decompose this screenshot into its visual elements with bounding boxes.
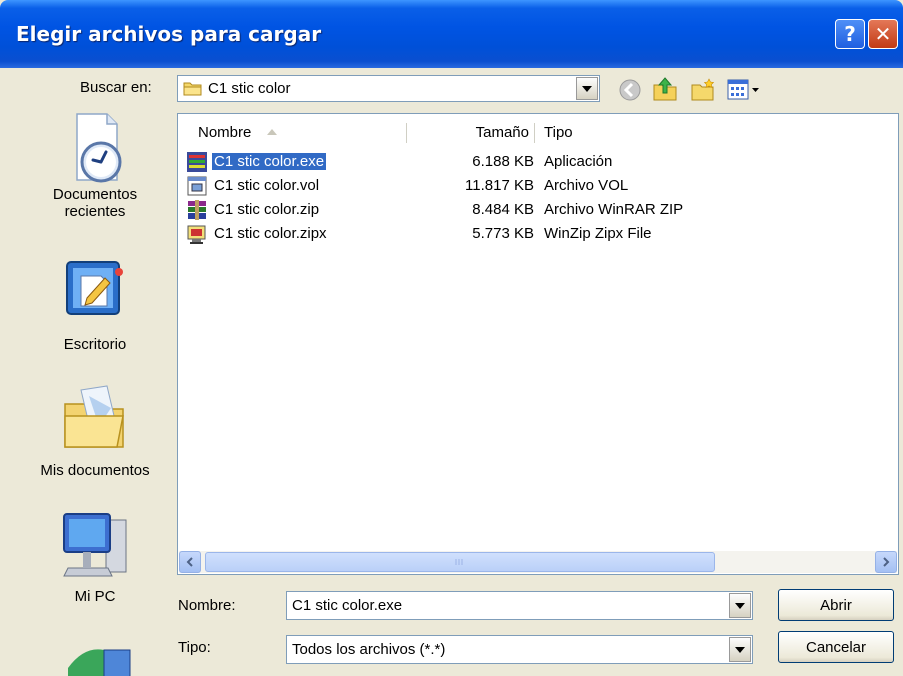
lookin-label: Buscar en: bbox=[80, 79, 152, 96]
places-bar: Documentos recientes Escritorio Mis docu… bbox=[30, 110, 160, 676]
file-name: C1 stic color.zipx bbox=[214, 225, 327, 242]
file-size: 8.484 KB bbox=[472, 201, 534, 218]
help-button[interactable]: ? bbox=[835, 19, 865, 49]
file-row[interactable]: C1 stic color.vol 11.817 KB Archivo VOL bbox=[184, 174, 900, 198]
up-folder-icon[interactable] bbox=[651, 76, 679, 102]
filename-label: Nombre: bbox=[178, 597, 236, 614]
scroll-left-button[interactable] bbox=[179, 551, 201, 573]
close-icon: ✕ bbox=[874, 22, 892, 46]
place-label: Documentos recientes bbox=[52, 186, 138, 220]
desktop-icon bbox=[66, 261, 123, 315]
folder-icon bbox=[183, 82, 202, 96]
place-desktop[interactable]: Escritorio bbox=[30, 258, 160, 353]
file-size: 11.817 KB bbox=[465, 177, 534, 194]
filename-dropdown-button[interactable] bbox=[729, 593, 751, 618]
column-type-label: Tipo bbox=[544, 123, 573, 141]
file-type: Archivo WinRAR ZIP bbox=[544, 201, 684, 218]
exe-icon bbox=[187, 152, 207, 172]
my-documents-icon bbox=[64, 385, 124, 448]
lookin-dropdown-button[interactable] bbox=[576, 77, 598, 100]
column-header-type[interactable]: Tipo bbox=[544, 120, 573, 144]
chevron-down-icon bbox=[735, 602, 745, 609]
help-icon: ? bbox=[844, 22, 856, 46]
file-row[interactable]: C1 stic color.zipx 5.773 KB WinZip Zipx … bbox=[184, 222, 900, 246]
open-button[interactable]: Abrir bbox=[778, 589, 894, 621]
chevron-right-icon bbox=[883, 557, 890, 567]
place-my-computer[interactable]: Mi PC bbox=[30, 510, 160, 605]
vol-icon bbox=[187, 176, 207, 196]
winrar-icon bbox=[188, 200, 206, 220]
column-name-label: Nombre bbox=[198, 123, 252, 141]
file-name: C1 stic color.zip bbox=[214, 201, 320, 218]
file-list[interactable]: Nombre Tamaño Tipo C1 stic color.exe 6.1… bbox=[177, 113, 899, 575]
network-places-icon[interactable] bbox=[64, 638, 134, 676]
filename-combo[interactable]: C1 stic color.exe bbox=[286, 591, 753, 620]
my-computer-icon bbox=[63, 513, 127, 577]
place-label: Mi PC bbox=[74, 588, 116, 605]
grip-icon bbox=[455, 559, 463, 565]
file-size: 5.773 KB bbox=[472, 225, 534, 242]
file-type: Archivo VOL bbox=[544, 177, 629, 194]
place-recent-documents[interactable]: Documentos recientes bbox=[30, 110, 160, 220]
view-menu-icon[interactable] bbox=[727, 79, 763, 101]
chevron-down-icon bbox=[735, 646, 745, 653]
title-bar[interactable]: Elegir archivos para cargar ? ✕ bbox=[0, 0, 903, 68]
filetype-combo[interactable]: Todos los archivos (*.*) bbox=[286, 635, 753, 664]
horizontal-scrollbar[interactable] bbox=[179, 551, 897, 573]
file-type: Aplicación bbox=[544, 153, 613, 170]
file-type: WinZip Zipx File bbox=[544, 225, 652, 242]
close-button[interactable]: ✕ bbox=[868, 19, 898, 49]
column-header-size[interactable]: Tamaño bbox=[414, 120, 529, 144]
place-label: Escritorio bbox=[63, 336, 127, 353]
cancel-button[interactable]: Cancelar bbox=[778, 631, 894, 663]
filetype-value: Todos los archivos (*.*) bbox=[292, 641, 446, 658]
new-folder-icon[interactable] bbox=[690, 78, 716, 102]
column-divider[interactable] bbox=[406, 123, 407, 143]
column-divider[interactable] bbox=[534, 123, 535, 143]
file-size: 6.188 KB bbox=[472, 153, 534, 170]
filetype-label: Tipo: bbox=[178, 639, 211, 656]
file-row[interactable]: C1 stic color.exe 6.188 KB Aplicación bbox=[184, 150, 900, 174]
file-name: C1 stic color.exe bbox=[212, 153, 327, 170]
back-icon[interactable] bbox=[618, 78, 642, 102]
column-size-label: Tamaño bbox=[475, 123, 529, 141]
scroll-right-button[interactable] bbox=[875, 551, 897, 573]
winzip-icon bbox=[187, 225, 206, 244]
scroll-thumb[interactable] bbox=[205, 552, 715, 572]
filename-input[interactable]: C1 stic color.exe bbox=[292, 597, 402, 614]
window-title: Elegir archivos para cargar bbox=[16, 22, 322, 46]
lookin-value: C1 stic color bbox=[208, 80, 291, 97]
lookin-combo[interactable]: C1 stic color bbox=[177, 75, 600, 102]
sort-ascending-icon bbox=[267, 129, 278, 135]
chevron-down-icon bbox=[582, 85, 592, 92]
filetype-dropdown-button[interactable] bbox=[729, 637, 751, 662]
column-header-name[interactable]: Nombre bbox=[198, 120, 279, 144]
file-name: C1 stic color.vol bbox=[214, 177, 320, 194]
chevron-left-icon bbox=[186, 557, 193, 567]
file-row[interactable]: C1 stic color.zip 8.484 KB Archivo WinRA… bbox=[184, 198, 900, 222]
place-my-documents[interactable]: Mis documentos bbox=[30, 382, 160, 479]
place-label: Mis documentos bbox=[40, 462, 150, 479]
recent-documents-icon bbox=[76, 113, 122, 183]
